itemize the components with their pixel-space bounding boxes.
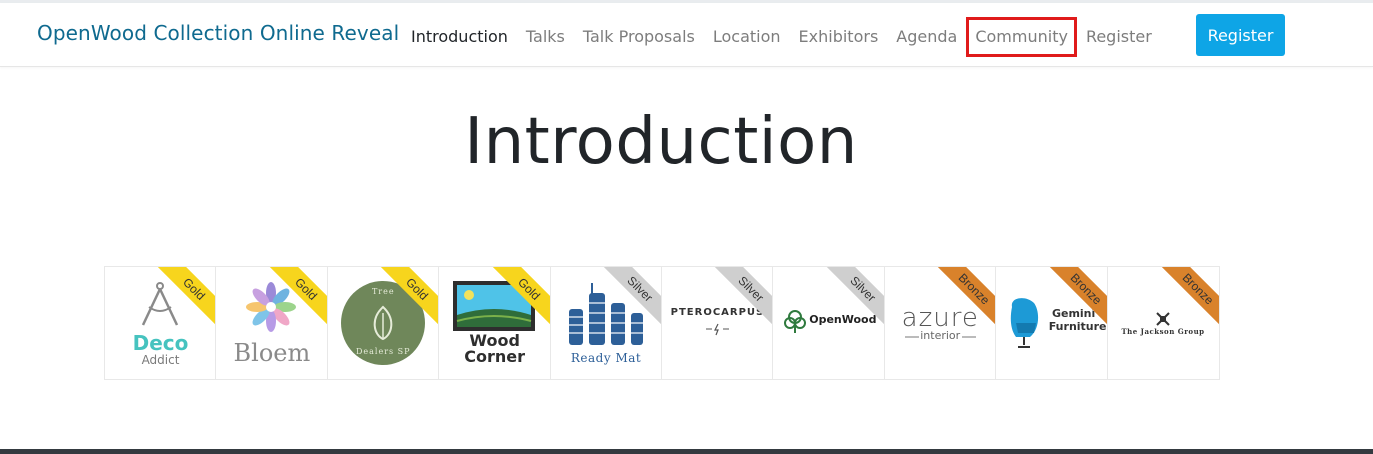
main-menu: Introduction Talks Talk Proposals Locati…: [411, 17, 1170, 57]
sponsor-openwood[interactable]: OpenWood Silver: [773, 267, 885, 379]
tier-ribbon: Gold: [155, 267, 216, 327]
sponsor-logo-subtext: Addict: [141, 353, 180, 367]
page-title: Introduction: [464, 105, 858, 179]
sponsor-logo-text: Deco: [132, 331, 189, 355]
sponsor-jackson-group[interactable]: The Jackson Group Bronze: [1107, 267, 1219, 379]
nav-item-agenda[interactable]: Agenda: [896, 26, 957, 48]
sponsor-wood-corner[interactable]: Wood Corner Gold: [439, 267, 551, 379]
nav-item-talks[interactable]: Talks: [526, 26, 565, 48]
nav-item-introduction[interactable]: Introduction: [411, 26, 508, 48]
sponsor-logo-text: Ready Mat: [570, 351, 642, 365]
sponsor-ready-mat[interactable]: Ready Mat Silver: [550, 267, 662, 379]
nav-item-register[interactable]: Register: [1086, 26, 1152, 48]
sponsor-pterocarpus[interactable]: PTEROCARPUS Silver: [661, 267, 774, 379]
tier-ribbon: Silver: [823, 267, 884, 327]
register-button[interactable]: Register: [1196, 14, 1285, 56]
sponsor-logo-text: Bloem: [233, 339, 311, 367]
tier-ribbon: Gold: [266, 267, 327, 327]
sponsor-deco-addict[interactable]: Deco Addict Gold: [105, 267, 217, 379]
tier-ribbon: Gold: [378, 267, 439, 327]
sponsor-logo-text: The Jackson Group: [1121, 327, 1205, 336]
tier-ribbon: Bronze: [935, 267, 996, 327]
tier-ribbon: Silver: [601, 267, 661, 327]
tier-ribbon: Bronze: [1159, 267, 1219, 327]
sponsor-azure-interior[interactable]: azure interior Bronze: [884, 267, 997, 379]
tier-ribbon: Silver: [712, 267, 773, 327]
footer-bar: [0, 449, 1373, 454]
nav-item-location[interactable]: Location: [713, 26, 781, 48]
nav-item-talk-proposals[interactable]: Talk Proposals: [583, 26, 695, 48]
sponsor-strip: Deco Addict Gold Bloem Gold Tree Dealers…: [104, 266, 1220, 380]
sponsor-logo-subtext: Corner: [464, 347, 526, 366]
sponsor-tree-dealers[interactable]: Tree Dealers SP Gold: [327, 267, 440, 379]
tier-ribbon: Bronze: [1046, 267, 1107, 327]
top-navbar: OpenWood Collection Online Reveal Introd…: [0, 3, 1373, 67]
nav-item-exhibitors[interactable]: Exhibitors: [799, 26, 879, 48]
sponsor-gemini-furniture[interactable]: Gemini Furniture Bronze: [996, 267, 1108, 379]
nav-item-community[interactable]: Community: [966, 17, 1077, 57]
sponsor-logo-subtext: Dealers SP: [356, 347, 411, 356]
tier-ribbon: Gold: [489, 267, 550, 327]
sponsor-logo-subtext: interior: [920, 329, 961, 342]
sponsor-bloem[interactable]: Bloem Gold: [216, 267, 328, 379]
site-brand-link[interactable]: OpenWood Collection Online Reveal: [37, 21, 399, 45]
